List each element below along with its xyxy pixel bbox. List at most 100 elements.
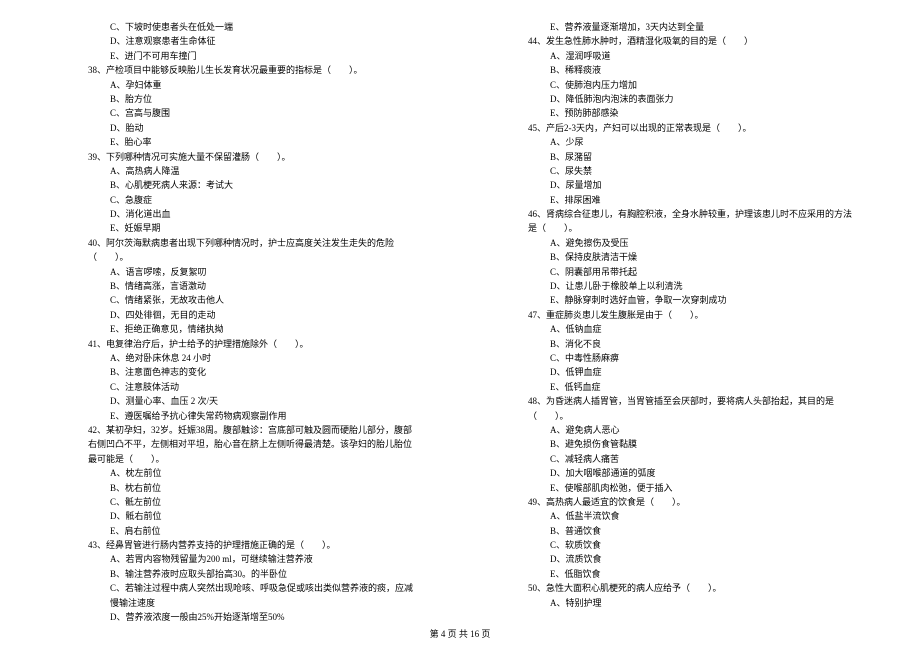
option-text: C、骶左前位 <box>60 495 420 509</box>
option-text: B、避免损伤食管黏膜 <box>500 437 860 451</box>
question-text: 经鼻胃管进行肠内营养支持的护理措施正确的是（ ）。 <box>106 540 336 550</box>
option-text: B、稀释痰液 <box>500 63 860 77</box>
option-text: B、尿潴留 <box>500 150 860 164</box>
option-text: B、消化不良 <box>500 337 860 351</box>
option-text: A、特别护理 <box>500 596 860 610</box>
option-text: D、流质饮食 <box>500 552 860 566</box>
option-text: A、若胃内容物残留量为200 ml，可继续输注营养液 <box>60 552 420 566</box>
option-text: B、胎方位 <box>60 92 420 106</box>
option-text: B、情绪高涨，言语激动 <box>60 279 420 293</box>
option-text: D、让患儿卧于橡胶单上以利清洗 <box>500 279 860 293</box>
option-text: A、少尿 <box>500 135 860 149</box>
option-text: B、普通饮食 <box>500 524 860 538</box>
option-text: E、排尿困难 <box>500 193 860 207</box>
option-text: D、消化道出血 <box>60 207 420 221</box>
question-num: 50、 <box>528 583 546 593</box>
option-text: D、尿量增加 <box>500 178 860 192</box>
option-text: E、低钙血症 <box>500 380 860 394</box>
question-num: 45、 <box>528 123 546 133</box>
question-42: 42、某初孕妇，32岁。妊娠38周。腹部触诊：宫底部可触及圆而硬胎儿部分，腹部右… <box>60 423 420 466</box>
question-47: 47、重症肺炎患儿发生腹胀是由于（ ）。 <box>500 308 860 322</box>
question-40: 40、阿尔茨海默病患者出现下列哪种情况时，护士应高度关注发生走失的危险（ ）。 <box>60 236 420 265</box>
option-text: D、胎动 <box>60 121 420 135</box>
question-41: 41、电复律治疗后，护士给予的护理措施除外（ ）。 <box>60 337 420 351</box>
option-text: B、心肌梗死病人来源：考试大 <box>60 178 420 192</box>
option-text: C、减轻病人痛苦 <box>500 452 860 466</box>
question-num: 43、 <box>88 540 106 550</box>
question-num: 49、 <box>528 497 546 507</box>
question-50: 50、急性大面积心肌梗死的病人应给予（ ）。 <box>500 581 860 595</box>
question-num: 47、 <box>528 310 546 320</box>
option-text: C、情绪紧张，无故攻击他人 <box>60 293 420 307</box>
question-num: 39、 <box>88 152 106 162</box>
option-text: C、急腹症 <box>60 193 420 207</box>
option-text: C、注意肢体活动 <box>60 380 420 394</box>
option-text: D、测量心率、血压 2 次/天 <box>60 394 420 408</box>
right-column: E、营养液量逐渐增加，3天内达到全量 44、发生急性肺水肿时，酒精湿化吸氧的目的… <box>500 20 860 624</box>
question-text: 电复律治疗后，护士给予的护理措施除外（ ）。 <box>106 339 309 349</box>
option-text: A、避免病人恶心 <box>500 423 860 437</box>
option-text: C、使肺泡内压力增加 <box>500 78 860 92</box>
option-text: A、语言啰嗦，反复絮叨 <box>60 265 420 279</box>
option-text: A、绝对卧床休息 24 小时 <box>60 351 420 365</box>
option-text: E、使喉部肌肉松弛，便于插入 <box>500 481 860 495</box>
option-text: C、软质饮食 <box>500 538 860 552</box>
option-text: E、营养液量逐渐增加，3天内达到全量 <box>500 20 860 34</box>
option-text: D、营养液浓度一般由25%开始逐渐增至50% <box>60 610 420 624</box>
option-text: D、低钾血症 <box>500 365 860 379</box>
question-text: 产检项目中能够反映胎儿生长发育状况最重要的指标是（ ）。 <box>106 65 363 75</box>
question-text: 急性大面积心肌梗死的病人应给予（ ）。 <box>546 583 722 593</box>
option-text: C、中毒性肠麻痹 <box>500 351 860 365</box>
question-num: 48、 <box>528 396 546 406</box>
question-48: 48、为昏迷病人插胃管，当胃管插至会厌部时，要将病人头部抬起，其目的是（ ）。 <box>500 394 860 423</box>
question-49: 49、高热病人最适宜的饮食是（ ）。 <box>500 495 860 509</box>
question-text: 重症肺炎患儿发生腹胀是由于（ ）。 <box>546 310 704 320</box>
option-text: D、加大咽喉部通道的弧度 <box>500 466 860 480</box>
option-text: D、降低肺泡内泡沫的表面张力 <box>500 92 860 106</box>
option-text: A、枕左前位 <box>60 466 420 480</box>
question-num: 40、 <box>88 238 106 248</box>
option-text: B、输注营养液时应取头部抬高30。的半卧位 <box>60 567 420 581</box>
option-text: E、肩右前位 <box>60 524 420 538</box>
question-44: 44、发生急性肺水肿时，酒精湿化吸氧的目的是（ ） <box>500 34 860 48</box>
question-num: 46、 <box>528 209 546 219</box>
question-46: 46、肾病综合征患儿，有胸腔积液，全身水肿较重，护理该患儿时不应采用的方法是（ … <box>500 207 860 236</box>
option-text: D、骶右前位 <box>60 509 420 523</box>
option-text: C、宫高与腹围 <box>60 106 420 120</box>
question-num: 38、 <box>88 65 106 75</box>
option-text: D、四处徘徊，无目的走动 <box>60 308 420 322</box>
question-text: 下列哪种情况可实施大量不保留灌肠（ ）。 <box>106 152 291 162</box>
question-text: 为昏迷病人插胃管，当胃管插至会厌部时，要将病人头部抬起，其目的是（ ）。 <box>528 396 834 420</box>
option-text: C、若输注过程中病人突然出现呛咳、呼吸急促或咳出类似营养液的痰，应减慢输注速度 <box>60 581 420 610</box>
question-text: 肾病综合征患儿，有胸腔积液，全身水肿较重，护理该患儿时不应采用的方法是（ ）。 <box>528 209 852 233</box>
option-text: E、拒绝正确意见，情绪执拗 <box>60 322 420 336</box>
option-text: A、低盐半流饮食 <box>500 509 860 523</box>
option-text: B、注意面色神志的变化 <box>60 365 420 379</box>
question-num: 44、 <box>528 36 546 46</box>
question-43: 43、经鼻胃管进行肠内营养支持的护理措施正确的是（ ）。 <box>60 538 420 552</box>
option-text: A、避免擦伤及受压 <box>500 236 860 250</box>
option-text: A、孕妇体重 <box>60 78 420 92</box>
question-text: 高热病人最适宜的饮食是（ ）。 <box>546 497 686 507</box>
question-num: 42、 <box>88 425 106 435</box>
option-text: E、进门不可用车撞门 <box>60 49 420 63</box>
question-45: 45、产后2-3天内，产妇可以出现的正常表现是（ ）。 <box>500 121 860 135</box>
question-39: 39、下列哪种情况可实施大量不保留灌肠（ ）。 <box>60 150 420 164</box>
option-text: E、遵医嘱给予抗心律失常药物病观察副作用 <box>60 409 420 423</box>
option-text: B、保持皮肤清洁干燥 <box>500 250 860 264</box>
option-text: C、尿失禁 <box>500 164 860 178</box>
option-text: E、妊娠早期 <box>60 221 420 235</box>
option-text: E、胎心率 <box>60 135 420 149</box>
option-text: E、低脂饮食 <box>500 567 860 581</box>
question-text: 阿尔茨海默病患者出现下列哪种情况时，护士应高度关注发生走失的危险（ ）。 <box>88 238 394 262</box>
question-text: 产后2-3天内，产妇可以出现的正常表现是（ ）。 <box>546 123 752 133</box>
question-38: 38、产检项目中能够反映胎儿生长发育状况最重要的指标是（ ）。 <box>60 63 420 77</box>
question-text: 某初孕妇，32岁。妊娠38周。腹部触诊：宫底部可触及圆而硬胎儿部分，腹部右侧凹凸… <box>88 425 412 464</box>
question-text: 发生急性肺水肿时，酒精湿化吸氧的目的是（ ） <box>546 36 753 46</box>
option-text: A、高热病人降温 <box>60 164 420 178</box>
option-text: E、静脉穿刺时选好血管，争取一次穿刺成功 <box>500 293 860 307</box>
page-footer: 第 4 页 共 16 页 <box>430 627 491 640</box>
question-num: 41、 <box>88 339 106 349</box>
option-text: A、低钠血症 <box>500 322 860 336</box>
option-text: B、枕右前位 <box>60 481 420 495</box>
